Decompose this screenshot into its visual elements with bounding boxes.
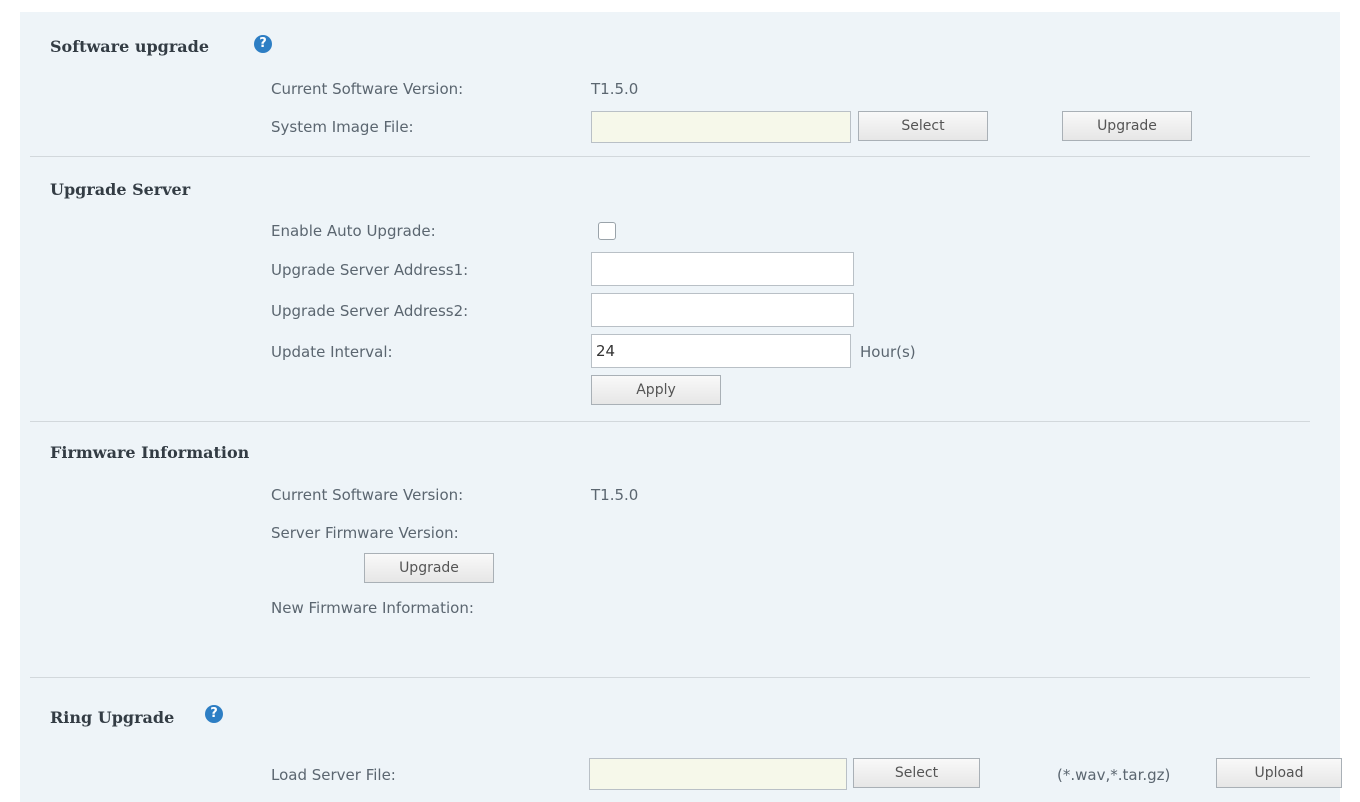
- firmware-information-title: Firmware Information: [50, 443, 250, 462]
- update-interval-unit: Hour(s): [860, 343, 916, 361]
- system-image-select-button[interactable]: Select: [858, 111, 988, 141]
- software-upgrade-title: Software upgrade: [50, 37, 209, 56]
- enable-auto-upgrade-checkbox[interactable]: [598, 222, 616, 240]
- firmware-current-version-label: Current Software Version:: [271, 486, 464, 504]
- firmware-current-version-value: T1.5.0: [591, 486, 639, 504]
- system-image-file-label: System Image File:: [271, 118, 414, 136]
- help-icon[interactable]: ?: [254, 35, 272, 53]
- new-firmware-information-label: New Firmware Information:: [271, 599, 474, 617]
- software-upgrade-button[interactable]: Upgrade: [1062, 111, 1192, 141]
- ring-file-types-hint: (*.wav,*.tar.gz): [1057, 766, 1171, 784]
- system-image-file-input[interactable]: [591, 111, 851, 143]
- ring-upgrade-title: Ring Upgrade: [50, 708, 175, 727]
- enable-auto-upgrade-label: Enable Auto Upgrade:: [271, 222, 436, 240]
- update-interval-input[interactable]: [591, 334, 851, 368]
- ring-upload-button[interactable]: Upload: [1216, 758, 1342, 788]
- firmware-upgrade-button[interactable]: Upgrade: [364, 553, 494, 583]
- update-interval-label: Update Interval:: [271, 343, 393, 361]
- ring-file-select-button[interactable]: Select: [853, 758, 980, 788]
- current-software-version-label: Current Software Version:: [271, 80, 464, 98]
- section-divider: [30, 156, 1310, 157]
- apply-button[interactable]: Apply: [591, 375, 721, 405]
- upgrade-server-address1-label: Upgrade Server Address1:: [271, 261, 469, 279]
- upgrade-server-address2-label: Upgrade Server Address2:: [271, 302, 469, 320]
- upgrade-server-title: Upgrade Server: [50, 180, 191, 199]
- server-firmware-version-label: Server Firmware Version:: [271, 524, 459, 542]
- upgrade-server-address1-input[interactable]: [591, 252, 854, 286]
- load-server-file-label: Load Server File:: [271, 766, 396, 784]
- current-software-version-value: T1.5.0: [591, 80, 639, 98]
- help-icon[interactable]: ?: [205, 705, 223, 723]
- load-server-file-input[interactable]: [589, 758, 847, 790]
- upgrade-server-address2-input[interactable]: [591, 293, 854, 327]
- section-divider: [30, 677, 1310, 678]
- section-divider: [30, 421, 1310, 422]
